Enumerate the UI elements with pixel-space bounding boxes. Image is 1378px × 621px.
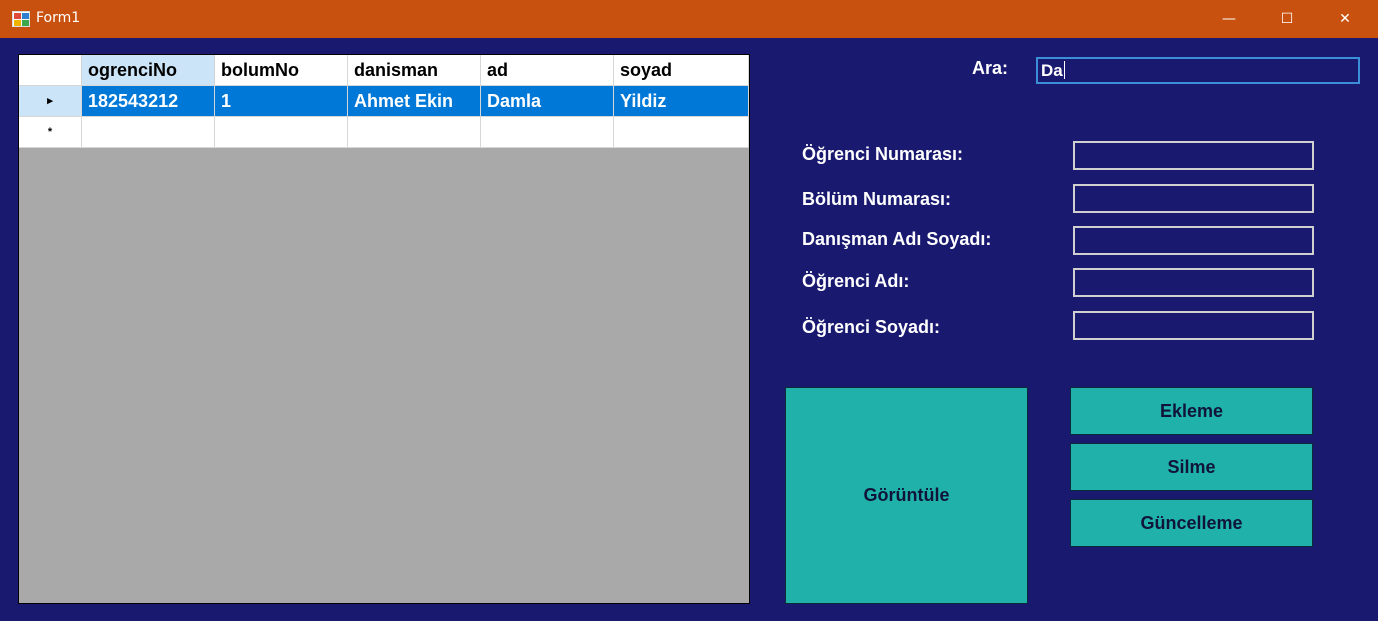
- search-label: Ara:: [972, 58, 1009, 78]
- new-row[interactable]: *: [19, 117, 749, 148]
- ekleme-button[interactable]: Ekleme: [1070, 387, 1313, 435]
- students-data-grid[interactable]: ogrenciNo bolumNo danisman ad soyad ▸ 18…: [18, 54, 750, 604]
- silme-button[interactable]: Silme: [1070, 443, 1313, 491]
- close-button[interactable]: ✕: [1316, 0, 1374, 38]
- ogrenci-soyadi-field[interactable]: [1073, 311, 1314, 340]
- table-cell[interactable]: Damla: [481, 86, 614, 117]
- ogrenci-adi-label: Öğrenci Adı:: [802, 271, 910, 291]
- column-header-ogrenci-no[interactable]: ogrenciNo: [82, 55, 215, 86]
- ogrenci-adi-field[interactable]: [1073, 268, 1314, 297]
- table-cell[interactable]: [348, 117, 481, 148]
- column-header-soyad[interactable]: soyad: [614, 55, 749, 86]
- column-header-danisman[interactable]: danisman: [348, 55, 481, 86]
- ogrenci-no-field[interactable]: [1073, 141, 1314, 170]
- danisman-field[interactable]: [1073, 226, 1314, 255]
- goruntule-button[interactable]: Görüntüle: [785, 387, 1028, 604]
- table-cell[interactable]: Ahmet Ekin: [348, 86, 481, 117]
- ogrenci-no-label: Öğrenci Numarası:: [802, 144, 964, 164]
- grid-corner-header[interactable]: [19, 55, 82, 86]
- grid-header-row: ogrenciNo bolumNo danisman ad soyad: [19, 55, 749, 86]
- table-cell[interactable]: [215, 117, 348, 148]
- table-cell[interactable]: [614, 117, 749, 148]
- row-header-new-indicator[interactable]: *: [19, 117, 82, 148]
- bolum-no-label: Bölüm Numarası:: [802, 189, 952, 209]
- table-cell[interactable]: [82, 117, 215, 148]
- column-header-ad[interactable]: ad: [481, 55, 614, 86]
- danisman-label: Danışman Adı Soyadı:: [802, 229, 992, 249]
- table-cell[interactable]: [481, 117, 614, 148]
- title-bar: Form1 — ☐ ✕: [0, 0, 1378, 38]
- window-title: Form1: [36, 10, 81, 26]
- search-input-value: Da: [1041, 61, 1063, 80]
- table-cell[interactable]: 182543212: [82, 86, 215, 117]
- ogrenci-soyadi-label: Öğrenci Soyadı:: [802, 317, 941, 337]
- guncelleme-button[interactable]: Güncelleme: [1070, 499, 1313, 547]
- maximize-button[interactable]: ☐: [1258, 0, 1316, 38]
- bolum-no-field[interactable]: [1073, 184, 1314, 213]
- table-cell[interactable]: Yildiz: [614, 86, 749, 117]
- app-icon[interactable]: [12, 11, 30, 27]
- search-input[interactable]: Da: [1036, 57, 1360, 84]
- row-header-current-indicator[interactable]: ▸: [19, 86, 82, 117]
- text-caret: [1063, 61, 1065, 79]
- table-cell[interactable]: 1: [215, 86, 348, 117]
- column-header-bolum-no[interactable]: bolumNo: [215, 55, 348, 86]
- table-row[interactable]: ▸ 182543212 1 Ahmet Ekin Damla Yildiz: [19, 86, 749, 117]
- minimize-button[interactable]: —: [1200, 0, 1258, 38]
